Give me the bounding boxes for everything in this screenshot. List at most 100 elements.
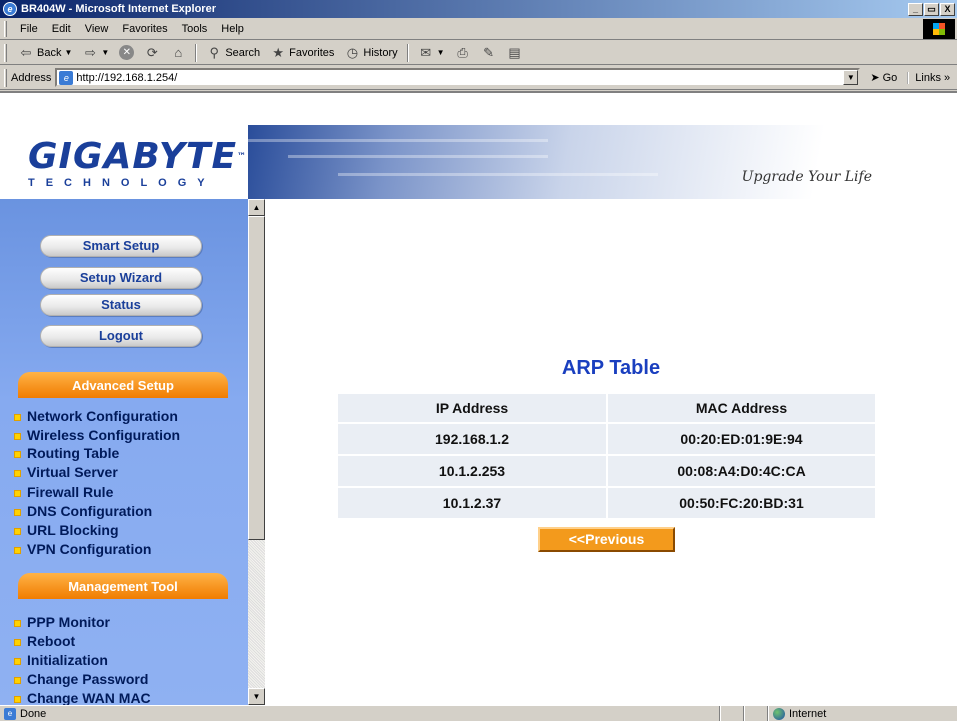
brand-subtitle: TECHNOLOGY bbox=[28, 177, 216, 189]
status-text: Done bbox=[20, 707, 47, 720]
ip-address-cell: 10.1.2.37 bbox=[337, 487, 607, 519]
edit-button[interactable]: ✎ bbox=[476, 45, 502, 61]
toolbar-grip[interactable] bbox=[4, 68, 7, 87]
previous-button[interactable]: <<Previous bbox=[538, 527, 675, 552]
back-button[interactable]: ⇦ Back ▼ bbox=[13, 45, 77, 61]
sidebar-item-routing-table[interactable]: Routing Table bbox=[14, 445, 119, 462]
table-header-row: IP Address MAC Address bbox=[337, 393, 876, 423]
management-tool-header: Management Tool bbox=[18, 573, 228, 599]
menu-favorites[interactable]: Favorites bbox=[115, 23, 174, 35]
scroll-up-button[interactable]: ▲ bbox=[248, 199, 265, 216]
sidebar-item-wireless-configuration[interactable]: Wireless Configuration bbox=[14, 427, 180, 444]
table-row: 10.1.2.253 00:08:A4:D0:4C:CA bbox=[337, 455, 876, 487]
links-label: Links bbox=[915, 71, 941, 84]
menu-file[interactable]: File bbox=[13, 23, 45, 35]
gigabyte-logo: GIGABYTE™ TECHNOLOGY bbox=[0, 125, 248, 199]
page-frame-border bbox=[0, 91, 957, 125]
toolbar-separator bbox=[195, 43, 198, 62]
forward-arrow-icon: ⇨ bbox=[84, 44, 96, 60]
sidebar-scrollbar[interactable]: ▲ ▼ bbox=[248, 199, 265, 705]
sidebar-item-reboot[interactable]: Reboot bbox=[14, 633, 75, 650]
home-button[interactable]: ⌂ bbox=[165, 45, 191, 61]
mac-address-cell: 00:08:A4:D0:4C:CA bbox=[607, 455, 876, 487]
sidebar: Smart Setup Setup Wizard Status Logout A… bbox=[0, 199, 248, 705]
bullet-icon bbox=[14, 508, 21, 516]
mail-button[interactable]: ✉ ▼ bbox=[413, 45, 450, 61]
table-row: 192.168.1.2 00:20:ED:01:9E:94 bbox=[337, 423, 876, 455]
sidebar-item-change-wan-mac[interactable]: Change WAN MAC bbox=[14, 690, 151, 705]
security-zone: Internet bbox=[768, 705, 957, 721]
address-dropdown-button[interactable]: ▼ bbox=[843, 70, 859, 85]
sidebar-item-initialization[interactable]: Initialization bbox=[14, 652, 108, 669]
logout-button[interactable]: Logout bbox=[40, 325, 202, 347]
chevron-down-icon: ▼ bbox=[436, 48, 445, 57]
menu-edit[interactable]: Edit bbox=[45, 23, 78, 35]
go-arrow-icon: ➤ bbox=[870, 72, 880, 84]
menu-help[interactable]: Help bbox=[214, 23, 251, 35]
close-button[interactable]: X bbox=[940, 2, 955, 16]
history-icon: ◷ bbox=[346, 44, 359, 60]
standard-toolbar: ⇦ Back ▼ ⇨ ▼ ✕ ⟳ ⌂ ⚲ Search ★ Favorites … bbox=[0, 41, 957, 65]
scroll-down-button[interactable]: ▼ bbox=[248, 688, 265, 705]
slogan: Upgrade Your Life bbox=[741, 169, 872, 185]
search-label: Search bbox=[225, 46, 261, 59]
toolbar-grip[interactable] bbox=[4, 20, 7, 37]
bullet-icon bbox=[14, 432, 21, 440]
go-button[interactable]: ➤ Go bbox=[870, 71, 897, 85]
sidebar-item-virtual-server[interactable]: Virtual Server bbox=[14, 464, 118, 481]
table-row: 10.1.2.37 00:50:FC:20:BD:31 bbox=[337, 487, 876, 519]
ip-address-cell: 192.168.1.2 bbox=[337, 423, 607, 455]
address-input[interactable]: e http://192.168.1.254/ ▼ bbox=[55, 68, 861, 87]
scrollbar-thumb[interactable] bbox=[248, 216, 265, 540]
menu-tools[interactable]: Tools bbox=[175, 23, 215, 35]
favorites-icon: ★ bbox=[272, 44, 284, 60]
column-header-ip-address: IP Address bbox=[337, 393, 607, 423]
refresh-icon: ⟳ bbox=[146, 44, 158, 60]
bullet-icon bbox=[14, 657, 21, 665]
sidebar-item-network-configuration[interactable]: Network Configuration bbox=[14, 408, 178, 425]
refresh-button[interactable]: ⟳ bbox=[139, 45, 165, 61]
stop-icon: ✕ bbox=[119, 45, 135, 60]
sidebar-item-ppp-monitor[interactable]: PPP Monitor bbox=[14, 614, 110, 631]
status-panel bbox=[720, 705, 744, 721]
page-status-icon: e bbox=[4, 707, 16, 720]
sidebar-item-firewall-rule[interactable]: Firewall Rule bbox=[14, 484, 113, 501]
bullet-icon bbox=[14, 413, 21, 421]
bullet-icon bbox=[14, 527, 21, 535]
trademark-sign: ™ bbox=[237, 152, 248, 162]
sidebar-item-url-blocking[interactable]: URL Blocking bbox=[14, 522, 119, 539]
column-header-mac-address: MAC Address bbox=[607, 393, 876, 423]
bullet-icon bbox=[14, 638, 21, 646]
bullet-icon bbox=[14, 450, 21, 458]
print-button[interactable]: ⎙ bbox=[450, 45, 476, 61]
smart-setup-button[interactable]: Smart Setup bbox=[40, 235, 202, 257]
forward-button[interactable]: ⇨ ▼ bbox=[77, 45, 114, 61]
favorites-button[interactable]: ★ Favorites bbox=[265, 45, 339, 61]
minimize-button[interactable]: _ bbox=[908, 2, 923, 16]
toolbar-separator bbox=[406, 43, 409, 62]
edit-icon: ✎ bbox=[483, 44, 495, 60]
status-bar: e Done Internet bbox=[0, 705, 957, 721]
discuss-icon: ▤ bbox=[508, 44, 521, 60]
menu-view[interactable]: View bbox=[78, 23, 116, 35]
toolbar-grip[interactable] bbox=[4, 43, 7, 62]
stop-button[interactable]: ✕ bbox=[114, 45, 139, 60]
status-button[interactable]: Status bbox=[40, 294, 202, 316]
links-button[interactable]: Links » bbox=[907, 71, 950, 84]
mac-address-cell: 00:50:FC:20:BD:31 bbox=[607, 487, 876, 519]
windows-logo-icon bbox=[923, 19, 955, 39]
bullet-icon bbox=[14, 469, 21, 477]
setup-wizard-button[interactable]: Setup Wizard bbox=[40, 267, 202, 289]
maximize-button[interactable]: ▭ bbox=[924, 2, 939, 16]
menu-bar: File Edit View Favorites Tools Help bbox=[0, 18, 957, 40]
sidebar-item-vpn-configuration[interactable]: VPN Configuration bbox=[14, 541, 151, 558]
bullet-icon bbox=[14, 619, 21, 627]
favorites-label: Favorites bbox=[289, 46, 335, 59]
sidebar-item-change-password[interactable]: Change Password bbox=[14, 671, 148, 688]
history-button[interactable]: ◷ History bbox=[339, 45, 402, 61]
search-button[interactable]: ⚲ Search bbox=[201, 45, 265, 61]
home-icon: ⌂ bbox=[174, 44, 183, 60]
discuss-button[interactable]: ▤ bbox=[502, 45, 528, 61]
address-url[interactable]: http://192.168.1.254/ bbox=[76, 72, 177, 84]
sidebar-item-dns-configuration[interactable]: DNS Configuration bbox=[14, 503, 152, 520]
